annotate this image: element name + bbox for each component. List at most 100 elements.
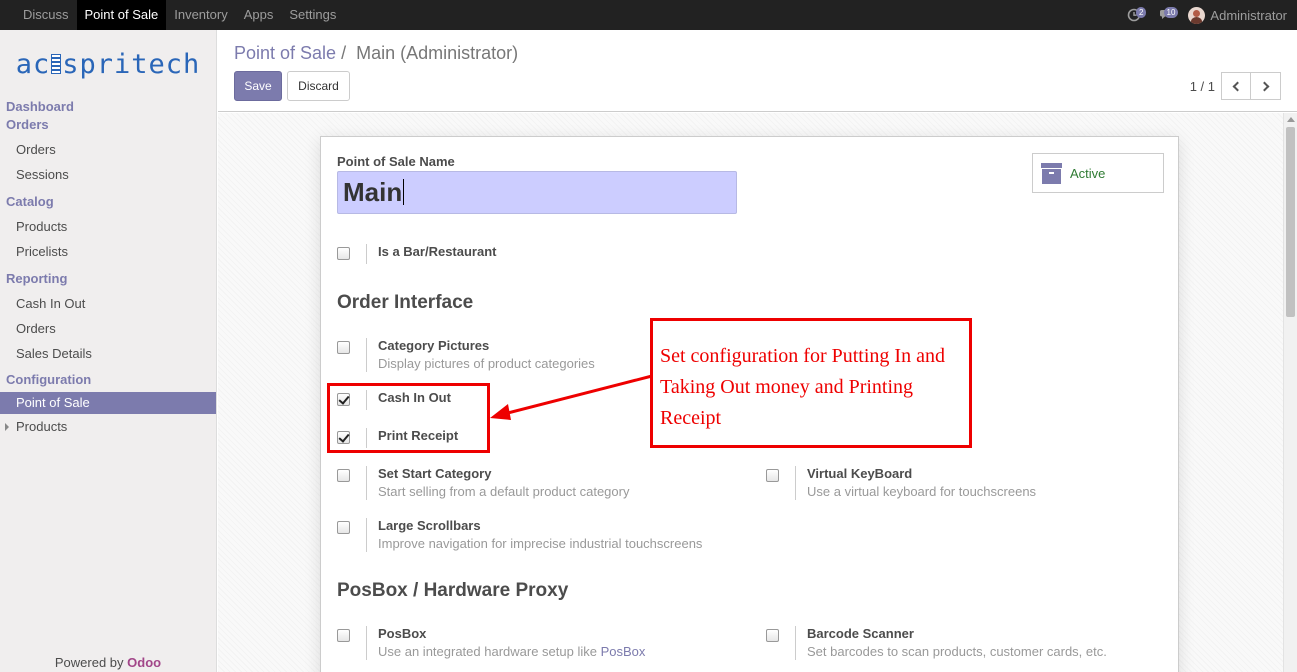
setting-posbox: PosBox Use an integrated hardware setup … [337,626,737,662]
sidebar-item-config-products[interactable]: Products [0,414,216,439]
sidebar: ac spritech Dashboard Orders Orders Sessi… [0,30,217,672]
divider [366,244,367,264]
pos-name-value: Main [343,177,403,207]
barcode-scanner-checkbox[interactable] [766,629,779,642]
sidebar-item-products[interactable]: Products [0,214,216,239]
app-menu: Discuss Point of Sale Inventory Apps Set… [0,0,344,30]
divider [366,626,367,660]
sidebar-item-sessions[interactable]: Sessions [0,162,216,187]
logo-text-right: spritech [62,48,201,80]
chevron-left-icon [1232,81,1243,91]
large-scrollbars-title: Large Scrollbars [378,518,481,533]
setting-large-scrollbars: Large Scrollbars Improve navigation for … [337,518,737,554]
setting-virtual-keyboard: Virtual KeyBoard Use a virtual keyboard … [766,466,1166,502]
odoo-link[interactable]: Odoo [127,655,161,670]
menu-inventory[interactable]: Inventory [166,0,235,30]
annotation-callout: Set configuration for Putting In and Tak… [650,318,972,448]
pos-name-input[interactable]: Main [337,171,737,214]
logo-text-left: ac [15,48,51,80]
setting-start-category: Set Start Category Start selling from a … [337,466,737,502]
posbox-desc-text: Use an integrated hardware setup like [378,644,601,659]
text-cursor [403,179,405,205]
virtual-keyboard-checkbox[interactable] [766,469,779,482]
annotation-arrow-icon [490,374,653,420]
menu-settings[interactable]: Settings [281,0,344,30]
highlight-box [327,383,490,453]
breadcrumb-separator: / [341,43,347,63]
is-bar-title: Is a Bar/Restaurant [378,244,497,259]
setting-is-bar: Is a Bar/Restaurant [337,244,737,264]
content-scrollbar[interactable] [1283,113,1297,672]
breadcrumb-point-of-sale[interactable]: Point of Sale [234,43,336,63]
menu-discuss[interactable]: Discuss [15,0,77,30]
sidebar-item-orders[interactable]: Orders [0,137,216,162]
sidebar-item-pricelists[interactable]: Pricelists [0,239,216,264]
company-logo[interactable]: ac spritech [0,30,216,98]
sidebar-item-sales-details[interactable]: Sales Details [0,341,216,366]
chevron-right-icon [1259,81,1269,91]
user-name: Administrator [1210,7,1287,23]
sidebar-head-reporting: Reporting [6,271,68,286]
virtual-keyboard-desc: Use a virtual keyboard for touchscreens [807,484,1037,499]
sidebar-item-dashboard[interactable]: Dashboard [0,98,216,116]
breadcrumb: Point of Sale / Main (Administrator) [234,43,518,64]
sidebar-item-point-of-sale[interactable]: Point of Sale [0,392,216,414]
menu-point-of-sale[interactable]: Point of Sale [76,0,167,30]
sidebar-item-cash-in-out[interactable]: Cash In Out [0,291,216,316]
save-button[interactable]: Save [234,71,282,101]
start-category-checkbox[interactable] [337,469,350,482]
large-scrollbars-checkbox[interactable] [337,521,350,534]
divider [795,466,796,500]
logo-text: ac spritech [16,49,201,80]
sidebar-head-orders: Orders [6,117,49,132]
avatar [1188,6,1206,24]
posbox-link[interactable]: PosBox [601,644,646,659]
posbox-desc: Use an integrated hardware setup like Po… [378,644,645,659]
divider [366,518,367,552]
breadcrumb-current: Main (Administrator) [356,43,519,63]
section-order-interface: Order Interface [337,292,474,313]
pager-previous-button[interactable] [1221,72,1251,100]
section-posbox: PosBox / Hardware Proxy [337,580,569,601]
posbox-checkbox[interactable] [337,629,350,642]
sidebar-item-report-orders[interactable]: Orders [0,316,216,341]
pos-name-label: Point of Sale Name [337,154,455,169]
menu-apps[interactable]: Apps [236,0,282,30]
barcode-scanner-desc: Set barcodes to scan products, customer … [807,644,1107,659]
category-pictures-checkbox[interactable] [337,341,350,354]
setting-barcode-scanner: Barcode Scanner Set barcodes to scan pro… [766,626,1166,662]
virtual-keyboard-title: Virtual KeyBoard [807,466,913,481]
category-pictures-desc: Display pictures of product categories [378,356,595,371]
message-badge: 10 [1163,7,1179,18]
divider [795,626,796,660]
active-label: Active [1070,165,1106,181]
sidebar-head-catalog: Catalog [6,194,54,209]
discard-button[interactable]: Discard [287,71,350,101]
posbox-title: PosBox [378,626,427,641]
logo-mark-icon [51,54,62,74]
divider [366,338,367,372]
user-menu[interactable]: Administrator [1188,6,1287,24]
pager-next-button[interactable] [1251,72,1281,100]
systray: 2 10 Administrator [1120,0,1297,30]
scroll-up-icon [1287,117,1295,122]
sidebar-head-configuration: Configuration [6,372,92,387]
powered-by: Powered by Odoo [0,655,216,670]
scrollbar-thumb[interactable] [1286,127,1295,317]
is-bar-checkbox[interactable] [337,247,350,260]
divider [366,466,367,500]
start-category-desc: Start selling from a default product cat… [378,484,630,499]
activity-badge: 2 [1135,7,1147,18]
messaging-menu[interactable]: 10 [1152,0,1180,30]
control-panel: Point of Sale / Main (Administrator) Sav… [218,30,1297,112]
pager: 1 / 1 [1190,72,1281,100]
category-pictures-title: Category Pictures [378,338,490,353]
top-navbar: Discuss Point of Sale Inventory Apps Set… [0,0,1297,30]
powered-prefix: Powered by [54,655,128,670]
activity-menu[interactable]: 2 [1120,0,1148,30]
pager-value[interactable]: 1 / 1 [1190,79,1215,94]
start-category-title: Set Start Category [378,466,492,481]
archive-icon [1041,162,1062,184]
active-toggle-button[interactable]: Active [1032,153,1164,193]
large-scrollbars-desc: Improve navigation for imprecise industr… [378,536,703,551]
